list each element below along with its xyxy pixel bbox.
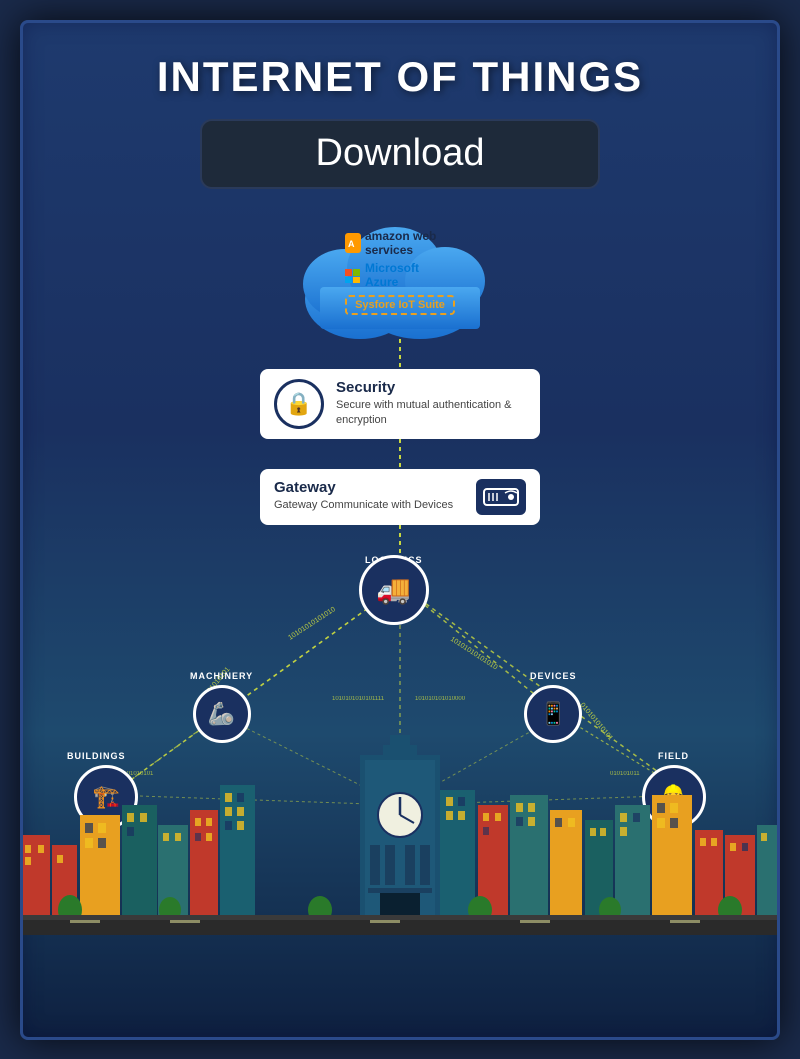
svg-text:1010101010101111: 1010101010101111 <box>332 696 385 702</box>
svg-text:10101010101010: 10101010101010 <box>449 635 499 671</box>
machinery-node: MACHINERY 🦾 <box>190 685 253 699</box>
security-icon-circle: 🔒 <box>274 379 324 429</box>
devices-label: DEVICES <box>530 671 577 681</box>
gateway-title: Gateway <box>274 479 464 496</box>
gateway-desc: Gateway Communicate with Devices <box>274 498 464 513</box>
security-title: Security <box>336 379 526 396</box>
lock-icon: 🔒 <box>285 391 312 417</box>
gateway-card: Gateway Gateway Communicate with Devices <box>260 469 540 525</box>
aws-label: A amazon web services <box>345 229 455 257</box>
flow-area: A amazon web services Microsoft Azure <box>260 189 540 555</box>
city-skyline <box>20 705 780 935</box>
connector-security-gateway <box>399 439 401 469</box>
svg-text:A: A <box>348 239 355 249</box>
cloud-labels: A amazon web services Microsoft Azure <box>345 229 455 315</box>
security-card-content: Security Secure with mutual authenticati… <box>336 379 526 429</box>
svg-text:10101010101010: 10101010101010 <box>287 606 337 642</box>
book-cover: INTERNET OF THINGS Download <box>20 20 780 1040</box>
security-desc: Secure with mutual authentication & encr… <box>336 398 526 429</box>
devices-node: DEVICES 📱 <box>530 685 577 699</box>
aws-icon: A <box>345 233 361 253</box>
connector-gateway-nodes <box>399 525 401 555</box>
download-label: Download <box>316 132 485 175</box>
security-card: 🔒 Security Secure with mutual authentica… <box>260 369 540 439</box>
gateway-card-content: Gateway Gateway Communicate with Devices <box>274 479 464 513</box>
gateway-device-icon <box>476 479 526 515</box>
nodes-section: 10101010101010 10101010101010 0101010101… <box>20 555 780 935</box>
cloud-shape: A amazon web services Microsoft Azure <box>290 209 510 339</box>
logistics-node: LOGISTICS 🚚 <box>365 555 423 569</box>
page-title: INTERNET OF THINGS <box>157 53 643 101</box>
download-button[interactable]: Download <box>200 119 600 189</box>
cloud-section: A amazon web services Microsoft Azure <box>260 209 540 555</box>
svg-text:101010101010000: 101010101010000 <box>415 696 466 702</box>
connector-cloud-security <box>399 339 401 369</box>
truck-icon: 🚚 <box>376 573 411 606</box>
azure-label: Microsoft Azure <box>345 261 455 289</box>
logistics-icon-circle: 🚚 <box>359 555 429 625</box>
sysfore-label: Sysfore IoT Suite <box>345 295 455 315</box>
machinery-label: MACHINERY <box>190 671 253 681</box>
